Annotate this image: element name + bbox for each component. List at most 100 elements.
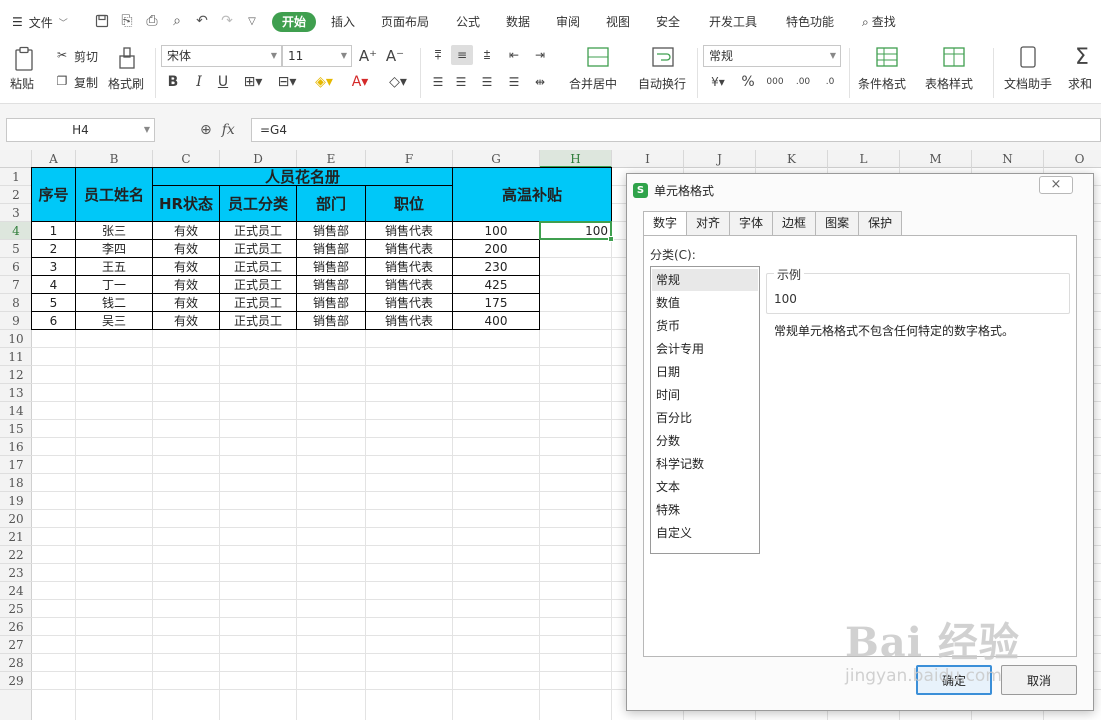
header-department[interactable]: 部门 xyxy=(296,185,366,222)
align-right-icon[interactable]: ☰ xyxy=(477,72,497,92)
name-box[interactable]: H4 ▼ xyxy=(6,118,155,142)
table-cell[interactable] xyxy=(539,293,612,312)
header-seq[interactable]: 序号 xyxy=(31,167,76,222)
row-header-27[interactable]: 27 xyxy=(0,636,32,654)
thousands-icon[interactable]: 000 xyxy=(764,72,786,92)
column-header-m[interactable]: M xyxy=(900,150,972,168)
table-cell[interactable]: 有效 xyxy=(152,257,220,276)
redo-icon[interactable]: ↷ xyxy=(218,12,236,30)
tab-border[interactable]: 边框 xyxy=(772,211,817,235)
row-header-5[interactable]: 5 xyxy=(0,240,32,258)
merge-center-button[interactable]: 合并居中 xyxy=(569,75,617,92)
fill-color-icon[interactable]: ◈▾ xyxy=(310,72,338,92)
category-item[interactable]: 分数 xyxy=(652,430,758,452)
row-header-11[interactable]: 11 xyxy=(0,348,32,366)
decrease-indent-icon[interactable]: ⇤ xyxy=(504,45,524,65)
column-header-l[interactable]: L xyxy=(828,150,900,168)
table-cell[interactable]: 销售代表 xyxy=(365,275,453,294)
table-cell[interactable] xyxy=(539,239,612,258)
category-item[interactable]: 特殊 xyxy=(652,499,758,521)
row-header-1[interactable]: 1 xyxy=(0,168,32,186)
table-title[interactable]: 人员花名册 xyxy=(152,167,453,186)
currency-icon[interactable]: ¥▾ xyxy=(705,72,731,92)
row-header-12[interactable]: 12 xyxy=(0,366,32,384)
row-header-9[interactable]: 9 xyxy=(0,312,32,330)
category-item[interactable]: 科学记数 xyxy=(652,453,758,475)
row-header-15[interactable]: 15 xyxy=(0,420,32,438)
table-cell[interactable]: 销售部 xyxy=(296,275,366,294)
category-item[interactable]: 百分比 xyxy=(652,407,758,429)
column-header-i[interactable]: I xyxy=(612,150,684,168)
table-cell[interactable]: 175 xyxy=(452,293,540,312)
table-cell[interactable]: 400 xyxy=(452,311,540,330)
clear-format-icon[interactable]: ◇▾ xyxy=(384,72,412,92)
tab-data[interactable]: 数据 xyxy=(506,12,530,32)
tab-pattern[interactable]: 图案 xyxy=(815,211,860,235)
row-header-22[interactable]: 22 xyxy=(0,546,32,564)
paste-button[interactable]: 粘贴 xyxy=(10,75,34,92)
table-cell[interactable]: 有效 xyxy=(152,221,220,240)
print-preview-icon[interactable]: ⌕ xyxy=(168,12,186,30)
table-cell[interactable] xyxy=(539,257,612,276)
table-cell[interactable]: 正式员工 xyxy=(219,239,297,258)
table-cell[interactable]: 张三 xyxy=(75,221,153,240)
table-cell[interactable]: 销售代表 xyxy=(365,257,453,276)
tab-view[interactable]: 视图 xyxy=(606,12,630,32)
table-style-button[interactable]: 表格样式 xyxy=(925,75,973,92)
underline-icon[interactable]: U xyxy=(214,72,232,92)
table-cell[interactable]: 正式员工 xyxy=(219,275,297,294)
table-cell[interactable]: 5 xyxy=(31,293,76,312)
table-cell[interactable]: 销售代表 xyxy=(365,239,453,258)
table-cell[interactable]: 正式员工 xyxy=(219,257,297,276)
column-header-j[interactable]: J xyxy=(684,150,756,168)
table-cell[interactable]: 销售部 xyxy=(296,257,366,276)
table-cell[interactable]: 正式员工 xyxy=(219,293,297,312)
tab-insert[interactable]: 插入 xyxy=(331,12,355,32)
column-header-o[interactable]: O xyxy=(1044,150,1101,168)
conditional-format-button[interactable]: 条件格式 xyxy=(858,75,906,92)
row-header-23[interactable]: 23 xyxy=(0,564,32,582)
category-item[interactable]: 常规 xyxy=(652,269,758,291)
copy-button[interactable]: 复制 xyxy=(74,74,98,91)
sum-button[interactable]: 求和 xyxy=(1068,75,1092,92)
tab-home[interactable]: 开始 xyxy=(272,12,317,32)
select-all-corner[interactable] xyxy=(0,150,32,168)
table-cell[interactable]: 李四 xyxy=(75,239,153,258)
zoom-icon[interactable]: ⊕ xyxy=(200,122,212,138)
row-header-21[interactable]: 21 xyxy=(0,528,32,546)
export-icon[interactable]: ⎘ xyxy=(118,12,136,30)
tab-font[interactable]: 字体 xyxy=(729,211,774,235)
doc-helper-button[interactable]: 文档助手 xyxy=(1004,75,1052,92)
align-bottom-icon[interactable]: ⩲ xyxy=(477,45,497,65)
align-top-icon[interactable]: ⩱ xyxy=(428,45,448,65)
distribute-icon[interactable]: ⇹ xyxy=(530,72,550,92)
search-button[interactable]: ⌕ 查找 xyxy=(862,12,896,32)
function-icon[interactable]: fx xyxy=(222,122,235,138)
table-cell[interactable]: 正式员工 xyxy=(219,221,297,240)
number-format-select[interactable]: 常规 ▼ xyxy=(703,45,841,67)
decrease-font-icon[interactable]: A⁻ xyxy=(385,46,405,66)
style-icon[interactable]: ⊟▾ xyxy=(274,72,300,92)
row-header-6[interactable]: 6 xyxy=(0,258,32,276)
header-employee-type[interactable]: 员工分类 xyxy=(219,185,297,222)
table-cell[interactable]: 6 xyxy=(31,311,76,330)
row-header-29[interactable]: 29 xyxy=(0,672,32,690)
table-cell[interactable]: 销售部 xyxy=(296,239,366,258)
tab-security[interactable]: 安全 xyxy=(656,12,680,32)
justify-icon[interactable]: ☰ xyxy=(504,72,524,92)
row-header-17[interactable]: 17 xyxy=(0,456,32,474)
align-left-icon[interactable]: ☰ xyxy=(428,72,448,92)
bold-icon[interactable]: B xyxy=(164,72,182,92)
row-header-3[interactable]: 3 xyxy=(0,204,32,222)
column-header-a[interactable]: A xyxy=(32,150,76,168)
font-color-icon[interactable]: A▾ xyxy=(346,72,374,92)
tab-special-features[interactable]: 特色功能 xyxy=(786,12,834,32)
customize-dropdown-icon[interactable]: ▽ xyxy=(243,12,261,30)
paste-icon[interactable] xyxy=(12,44,38,74)
column-header-g[interactable]: G xyxy=(453,150,540,168)
tab-formulas[interactable]: 公式 xyxy=(456,12,480,32)
table-cell[interactable]: 200 xyxy=(452,239,540,258)
table-cell[interactable]: 销售代表 xyxy=(365,311,453,330)
category-item[interactable]: 文本 xyxy=(652,476,758,498)
table-cell[interactable]: 丁一 xyxy=(75,275,153,294)
